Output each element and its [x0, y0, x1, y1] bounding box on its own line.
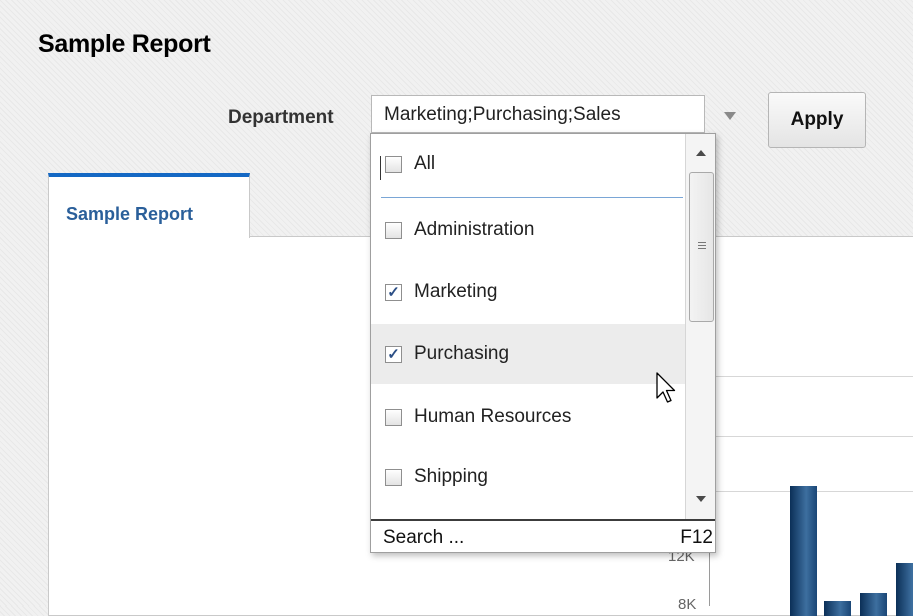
dropdown-item-label: All [414, 153, 436, 174]
dropdown-item-human-resources[interactable]: Human Resources [371, 387, 685, 447]
chart-bar [860, 593, 887, 616]
apply-button[interactable]: Apply [768, 92, 866, 148]
department-select[interactable]: Marketing;Purchasing;Sales [371, 95, 705, 133]
dropdown-arrow-icon[interactable] [724, 112, 736, 120]
tab-sample-report-label: Sample Report [66, 204, 194, 224]
chart-tick-label: 8K [678, 596, 697, 613]
department-label: Department [228, 107, 334, 128]
page-title: Sample Report [38, 30, 211, 58]
chart-bar [790, 486, 817, 616]
chart-bar [896, 563, 913, 616]
chart-y-axis [709, 545, 710, 606]
checkbox-checked[interactable]: ✓ [385, 345, 402, 363]
scroll-down-arrow-icon[interactable] [696, 496, 706, 502]
scrollbar-thumb[interactable] [689, 172, 714, 322]
checkbox[interactable] [385, 221, 402, 239]
focus-caret [380, 156, 381, 180]
dropdown-item-administration[interactable]: Administration [371, 200, 685, 260]
dropdown-item-label: Shipping [414, 466, 488, 487]
dropdown-item-purchasing[interactable]: ✓ Purchasing [371, 324, 685, 384]
checkbox[interactable] [385, 155, 402, 173]
dropdown-item-label: Marketing [414, 281, 498, 302]
grip-line [698, 245, 706, 246]
dropdown-item-label: Administration [414, 219, 535, 240]
chart-bar [824, 601, 851, 616]
dropdown-item-all[interactable]: All [371, 134, 685, 194]
dropdown-options: All Administration ✓ Marketing ✓ Purchas… [371, 134, 685, 519]
dropdown-search[interactable]: Search ... F12 [371, 519, 715, 552]
dropdown-item-label: Purchasing [414, 343, 510, 364]
dropdown-item-marketing[interactable]: ✓ Marketing [371, 262, 685, 322]
checkmark-icon: ✓ [387, 345, 400, 363]
department-dropdown-list: All Administration ✓ Marketing ✓ Purchas… [370, 133, 716, 553]
grip-line [698, 242, 706, 243]
grip-line [698, 248, 706, 249]
department-select-value: Marketing;Purchasing;Sales [384, 104, 621, 125]
chart-gridline [715, 436, 913, 437]
dropdown-item-shipping[interactable]: Shipping [371, 447, 685, 507]
checkbox[interactable] [385, 468, 402, 486]
mouse-pointer-icon [656, 372, 676, 403]
search-link[interactable]: Search ... [383, 527, 464, 549]
search-shortcut: F12 [680, 526, 713, 548]
scroll-up-arrow-icon[interactable] [696, 150, 706, 156]
dropdown-scrollbar[interactable] [685, 134, 715, 519]
checkbox-checked[interactable]: ✓ [385, 283, 402, 301]
checkbox[interactable] [385, 408, 402, 426]
checkmark-icon: ✓ [387, 283, 400, 301]
dropdown-item-label: Human Resources [414, 406, 572, 427]
chart-gridline [715, 376, 913, 377]
divider [381, 197, 683, 198]
